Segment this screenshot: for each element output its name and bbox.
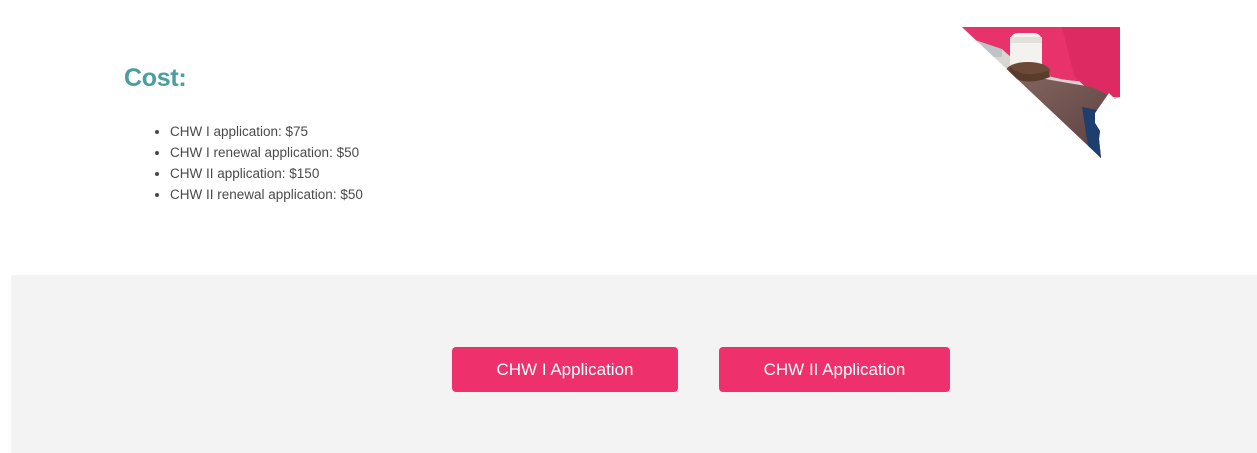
application-buttons-band: CHW I Application CHW II Application (11, 275, 1257, 453)
cost-item: CHW I renewal application: $50 (170, 142, 363, 163)
cost-list: CHW I application: $75 CHW I renewal app… (153, 121, 363, 205)
cost-item: CHW I application: $75 (170, 121, 363, 142)
state-shaped-photo (962, 27, 1120, 158)
chw-i-application-button[interactable]: CHW I Application (452, 347, 678, 392)
cost-item: CHW II application: $150 (170, 163, 363, 184)
cost-heading: Cost: (124, 64, 187, 92)
chw-ii-application-button[interactable]: CHW II Application (719, 347, 950, 392)
cost-section: Cost: CHW I application: $75 CHW I renew… (0, 0, 1257, 275)
cost-item: CHW II renewal application: $50 (170, 184, 363, 205)
